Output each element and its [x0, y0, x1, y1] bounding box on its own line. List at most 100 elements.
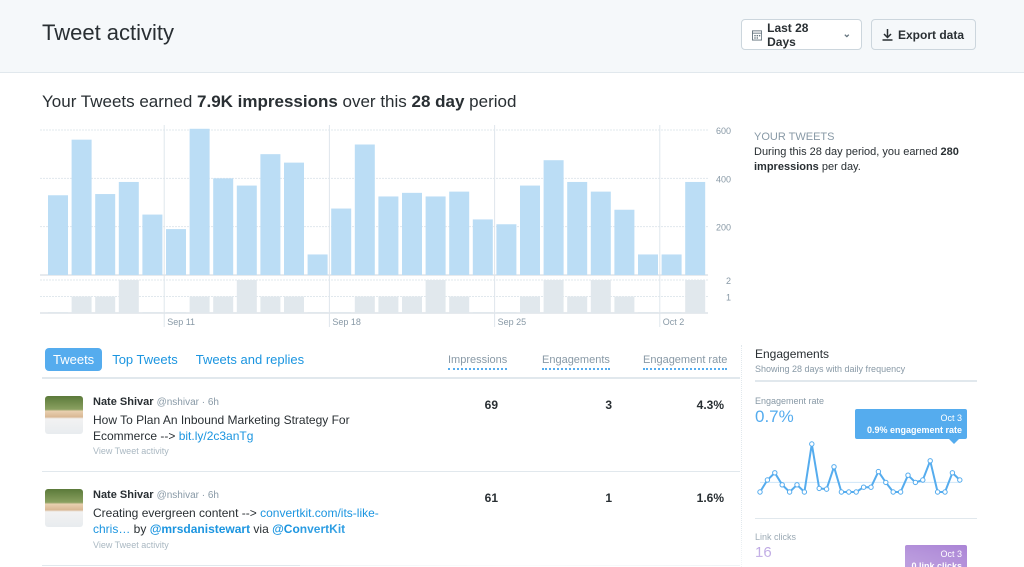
y-tick-label: 400	[716, 174, 731, 184]
sparkline-point	[846, 489, 852, 495]
tab-top-tweets[interactable]: Top Tweets	[104, 348, 186, 371]
engagements-bar	[378, 296, 399, 313]
engagements-bar	[213, 296, 234, 313]
engagement-rate-label: Engagement rate	[755, 396, 825, 406]
impressions-bar	[354, 144, 375, 275]
avatar[interactable]	[45, 489, 83, 527]
engagements-bar	[71, 296, 92, 313]
date-range-label: Last 28 Days	[767, 20, 809, 49]
sparkline-point	[764, 477, 771, 483]
engagements-bar	[567, 296, 588, 313]
impressions-bar	[496, 224, 517, 275]
your-tweets-caption: YOUR TWEETS	[754, 131, 835, 143]
sparkline-point	[942, 489, 948, 495]
sparkline-point	[868, 484, 874, 490]
tweet-tabs: Tweets Top Tweets Tweets and replies	[45, 348, 314, 371]
sparkline-point	[779, 482, 785, 488]
column-header-impressions[interactable]: Impressions	[448, 354, 508, 370]
engagement-rate-line	[759, 443, 961, 493]
impressions-bar	[95, 194, 116, 275]
sparkline-point	[883, 479, 889, 486]
author-name: Nate Shivar	[93, 396, 154, 408]
engagements-bar	[189, 296, 210, 313]
link-clicks-tooltip: Oct 3 0 link clicks	[905, 545, 967, 567]
impressions-bar	[685, 181, 706, 275]
engagements-bar	[142, 312, 163, 313]
sparkline-point	[875, 468, 882, 475]
headline-prefix: Your Tweets earned	[42, 92, 198, 111]
tweet-row[interactable]: Nate Shivar @nshivar · 6h How To Plan An…	[42, 396, 740, 466]
page-title: Tweet activity	[42, 20, 175, 45]
engagements-bar	[284, 296, 304, 313]
impressions-bar	[567, 181, 588, 275]
sparkline-point	[897, 489, 904, 495]
impressions-bar	[638, 254, 658, 275]
tab-tweets[interactable]: Tweets	[45, 348, 103, 371]
impressions-bar	[48, 195, 68, 275]
y-tick-label: 200	[716, 223, 731, 233]
engagement-rate-tooltip: Oct 3 0.9% engagement rate	[855, 409, 967, 444]
tweet-author[interactable]: Nate Shivar @nshivar · 6h	[93, 489, 219, 501]
row-divider	[42, 471, 740, 472]
sparkline-point	[794, 482, 800, 488]
export-data-button[interactable]: Export data	[871, 19, 976, 50]
sparkline-point	[801, 489, 808, 495]
engagements-bar	[48, 312, 68, 313]
view-tweet-activity-link[interactable]: View Tweet activity	[93, 446, 169, 456]
engagements-bar	[402, 296, 422, 313]
tab-tweets-and-replies[interactable]: Tweets and replies	[188, 348, 312, 371]
tweet-row[interactable]: Nate Shivar @nshivar · 6h Creating everg…	[42, 489, 740, 559]
tweet-impressions: 69	[484, 398, 498, 412]
impressions-bar	[166, 229, 186, 275]
date-range-button[interactable]: Last 28 Days ⌄	[741, 19, 862, 50]
tweet-text-by: by	[130, 522, 150, 536]
sparkline-point	[927, 458, 933, 464]
impressions-bar	[189, 128, 210, 275]
sparkline-point	[949, 470, 956, 476]
sparkline-point	[831, 464, 837, 470]
tweet-author[interactable]: Nate Shivar @nshivar · 6h	[93, 396, 219, 408]
avatar[interactable]	[45, 396, 83, 434]
summary-prefix: During this 28 day period, you earned	[754, 146, 941, 158]
sparkline-point	[905, 472, 911, 478]
tooltip-value: 0.9% engagement rate	[866, 425, 962, 435]
impressions-bar	[590, 191, 611, 275]
impressions-bar	[142, 214, 163, 275]
y-tick-label: 600	[716, 126, 731, 136]
tweet-text: How To Plan An Inbound Marketing Strateg…	[93, 412, 403, 444]
sparkline-point	[860, 484, 867, 490]
impressions-headline: Your Tweets earned 7.9K impressions over…	[42, 92, 516, 112]
engagements-bar	[590, 280, 611, 313]
link-clicks-value: 16	[755, 544, 772, 561]
engagement-rate-value: 0.7%	[755, 407, 794, 426]
mention-link[interactable]: @ConvertKit	[272, 522, 345, 536]
headline-impressions: 7.9K impressions	[197, 92, 338, 111]
summary-bold-word: impressions	[754, 161, 819, 173]
engagements-bar	[260, 296, 281, 313]
impressions-bar	[118, 181, 139, 275]
summary-suffix: per day.	[818, 161, 861, 173]
impressions-bar	[520, 185, 540, 275]
tooltip-date: Oct 3	[940, 549, 962, 559]
author-handle: @nshivar · 6h	[156, 397, 219, 408]
mention-link[interactable]: @mrsdanistewart	[150, 522, 250, 536]
engagements-subtitle: Showing 28 days with daily frequency	[755, 364, 906, 374]
engagements-panel: Engagements Showing 28 days with daily f…	[741, 345, 981, 567]
impressions-bar	[378, 196, 399, 275]
tweet-link[interactable]: bit.ly/2c3anTg	[179, 429, 254, 443]
x-tick-label: Sep 18	[332, 317, 361, 327]
headline-period: 28 day	[411, 92, 465, 111]
engagements-bar	[118, 280, 139, 313]
column-header-engagements[interactable]: Engagements	[542, 354, 610, 370]
y-tick-label: 1	[726, 293, 731, 303]
tweet-engagement-rate: 4.3%	[696, 398, 724, 412]
engagement-rate-sparkline[interactable]	[754, 440, 979, 500]
column-header-engagement-rate[interactable]: Engagement rate	[643, 354, 728, 370]
sparkline-point	[786, 489, 793, 495]
impressions-chart: 200 400 600 1 2 Sep 11 Sep 18 Sep 25 Oct 2	[40, 125, 731, 327]
view-tweet-activity-link[interactable]: View Tweet activity	[93, 540, 169, 550]
engagements-divider	[755, 380, 977, 382]
sparkline-point	[816, 485, 822, 492]
impressions-bar	[236, 185, 257, 275]
impressions-bar	[284, 162, 304, 275]
